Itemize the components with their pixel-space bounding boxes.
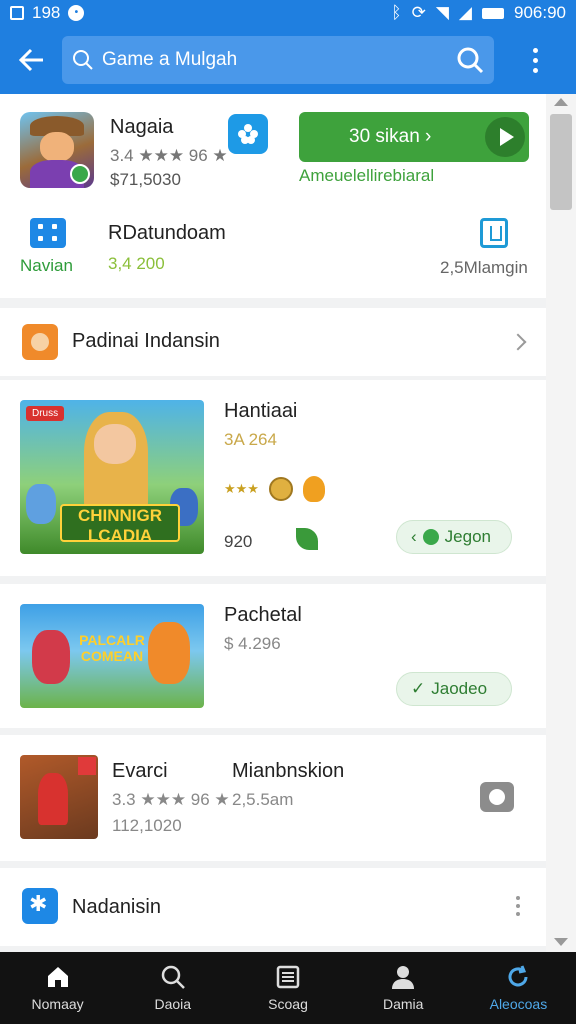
app-screen: 198 • ᛒ ⟳ ◥ ◢ 906:90 Game a Mulgah Nagai… (0, 0, 576, 1024)
thumbnail-logo: PALCALR COMEAN (79, 632, 145, 664)
overflow-menu-button[interactable] (494, 26, 576, 94)
game-subtitle: $ 4.296 (224, 634, 281, 653)
featured-app-name: Nagaia (110, 116, 174, 138)
person-icon (392, 966, 415, 989)
game-count: 920 (224, 532, 253, 551)
wifi-icon: ◥ (435, 3, 449, 22)
check-icon: ✓ (411, 679, 426, 698)
featured-app-rating: 3.4 ★★★ 96 ★ (110, 146, 228, 165)
game-action-button[interactable]: ‹ Jegon (396, 520, 512, 554)
size-icon (480, 218, 508, 248)
nav-item-home[interactable]: Nomaay (0, 952, 115, 1024)
downloads-value: 3,4 200 (108, 254, 165, 273)
back-button[interactable] (0, 26, 62, 94)
back-arrow-icon (18, 48, 43, 72)
install-button-label: 30 sikan › (349, 126, 432, 147)
status-dot-icon (422, 529, 439, 545)
game-action-label: Jegon (444, 527, 491, 546)
game-thumbnail: Druss CHINNIGR LCADIA (20, 400, 204, 554)
game-thumbnail: PALCALR COMEAN (20, 604, 204, 708)
featured-app-card[interactable]: Nagaia 3.4 ★★★ 96 ★ $71,5030 30 sikan › … (0, 94, 546, 298)
nav-item-updates[interactable]: Aleocoas (461, 952, 576, 1024)
chevron-right-icon (509, 333, 527, 351)
scroll-up-icon[interactable] (554, 98, 568, 106)
home-icon (47, 967, 68, 987)
more-vert-icon[interactable] (516, 896, 520, 916)
status-left-text: 198 (32, 3, 61, 22)
nav-item-search[interactable]: Daoia (115, 952, 230, 1024)
more-vert-icon (532, 47, 538, 73)
rotation-icon: ⟳ (411, 3, 426, 22)
game-size: 2,5.5am (232, 790, 294, 809)
section-header[interactable]: Padinai Indansin (0, 308, 546, 376)
search-icon (73, 50, 93, 70)
search-input[interactable]: Game a Mulgah (62, 36, 494, 84)
content-list[interactable]: Nagaia 3.4 ★★★ 96 ★ $71,5030 30 sikan › … (0, 94, 546, 952)
list-icon (276, 965, 300, 989)
star-icon (22, 888, 58, 924)
play-icon (485, 117, 525, 157)
nav-label: Damia (382, 996, 424, 1012)
game-action-button[interactable]: ✓ Jaodeo (396, 672, 512, 706)
section-header[interactable]: Nadanisin (0, 868, 546, 946)
download-button[interactable] (480, 782, 514, 812)
section-title: Nadanisin (72, 896, 161, 918)
scrollbar-thumb[interactable] (550, 114, 572, 210)
nav-label: Scoag (268, 996, 308, 1012)
search-icon (161, 965, 185, 989)
size-label: 2,5Mlamgin (440, 258, 528, 277)
game-title: Evarci (112, 760, 168, 782)
thumbnail-banner: CHINNIGR LCADIA (60, 504, 180, 545)
signal-icon: ◢ (458, 3, 472, 22)
section-avatar-icon (22, 324, 58, 360)
game-subtitle: 3A 264 (224, 430, 277, 449)
nav-item-library[interactable]: Scoag (230, 952, 345, 1024)
flame-icon (302, 476, 325, 502)
nav-item-account[interactable]: Damia (346, 952, 461, 1024)
nav-label: Nomaay (31, 996, 84, 1012)
refresh-icon (508, 965, 528, 987)
game-action-label: Jaodeo (431, 679, 488, 698)
bottom-nav: Nomaay Daoia Scoag Damia Aleocoas (0, 952, 576, 1024)
game-badges: ★★★ (224, 476, 325, 502)
downloads-title: RDatundoam (108, 222, 226, 244)
scrollbar[interactable] (546, 94, 576, 952)
game-rating: 3.3 ★★★ 96 ★ (112, 790, 230, 809)
nav-label: Aleocoas (489, 996, 548, 1012)
battery-icon (482, 7, 504, 19)
bluetooth-icon: ᛒ (391, 3, 402, 22)
section-title: Padinai Indansin (72, 330, 220, 352)
nav-label: Daoia (154, 996, 192, 1012)
game-title: Hantiaai (224, 400, 298, 422)
app-bar: Game a Mulgah (0, 26, 576, 94)
game-secondary-title: Mianbnskion (232, 760, 345, 782)
status-bar: 198 • ᛒ ⟳ ◥ ◢ 906:90 (0, 0, 576, 26)
game-price: 112,1020 (112, 816, 182, 835)
featured-app-avatar (20, 112, 94, 188)
game-title: Pachetal (224, 604, 302, 626)
thumbnail-tag: Druss (26, 406, 65, 421)
notification-icon: • (68, 5, 85, 21)
chevron-left-icon: ‹ (411, 527, 417, 546)
status-time: 906:90 (514, 3, 566, 22)
sim-card-icon (10, 6, 24, 20)
featured-app-price: $71,5030 (110, 170, 181, 189)
featured-app-note: Ameuelellirebiaral (299, 166, 435, 185)
category-label[interactable]: Navian (20, 256, 73, 276)
install-button[interactable]: 30 sikan › (299, 112, 529, 162)
flower-icon[interactable] (228, 114, 268, 154)
search-submit-icon[interactable] (456, 46, 484, 74)
search-query: Game a Mulgah (102, 49, 238, 70)
scroll-down-icon[interactable] (554, 938, 568, 946)
stars-icon: ★★★ (224, 481, 259, 496)
dice-icon (30, 218, 66, 248)
game-thumbnail (20, 755, 98, 839)
medal-icon (268, 477, 293, 501)
